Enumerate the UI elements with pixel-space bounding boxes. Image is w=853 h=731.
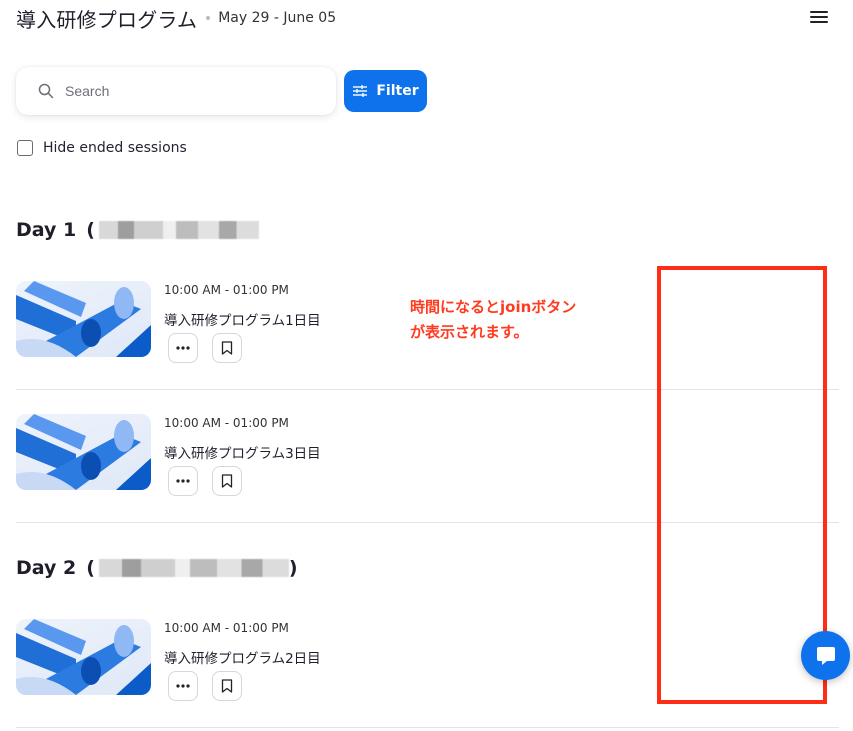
- page-header: 導入研修プログラム May 29 - June 05: [16, 4, 336, 32]
- day-heading: Day 2 ( ): [16, 557, 298, 579]
- hide-ended-label: Hide ended sessions: [43, 140, 187, 156]
- ellipsis-icon: [176, 684, 190, 688]
- sliders-icon: [353, 85, 368, 97]
- bookmark-icon: [221, 341, 233, 355]
- day-label: Day 1: [16, 219, 77, 241]
- session-name: 導入研修プログラム1日目: [164, 313, 321, 329]
- hamburger-menu-icon[interactable]: [810, 8, 828, 26]
- more-options-button[interactable]: [168, 466, 198, 496]
- bookmark-icon: [221, 474, 233, 488]
- bookmark-icon: [221, 679, 233, 693]
- paren-open: (: [86, 557, 95, 579]
- session-time: 10:00 AM - 01:00 PM: [164, 283, 289, 297]
- separator-dot: [206, 16, 211, 20]
- more-options-button[interactable]: [168, 671, 198, 701]
- annotation-line: が表示されます。: [410, 323, 529, 341]
- filter-button[interactable]: Filter: [344, 70, 427, 112]
- day-label: Day 2: [16, 557, 77, 579]
- session-thumbnail: [16, 281, 151, 357]
- search-input[interactable]: [63, 82, 307, 100]
- chat-button[interactable]: [801, 631, 850, 680]
- event-title: 導入研修プログラム: [16, 7, 198, 32]
- session-thumbnail: [16, 414, 151, 490]
- redacted-date: [98, 221, 259, 239]
- ellipsis-icon: [176, 479, 190, 483]
- chat-icon: [816, 646, 835, 665]
- session-name: 導入研修プログラム3日目: [164, 446, 321, 462]
- day-heading: Day 1 (: [16, 219, 259, 241]
- search-box[interactable]: [16, 67, 336, 115]
- paren-close: ): [288, 557, 298, 579]
- event-dates: May 29 - June 05: [218, 10, 337, 26]
- ellipsis-icon: [176, 346, 190, 350]
- bookmark-button[interactable]: [212, 671, 242, 701]
- bookmark-button[interactable]: [212, 333, 242, 363]
- redacted-date: [98, 559, 289, 577]
- annotation-text: 時間になるとjoinボタン が表示されます。: [410, 295, 576, 345]
- bookmark-button[interactable]: [212, 466, 242, 496]
- session-time: 10:00 AM - 01:00 PM: [164, 416, 289, 430]
- session-thumbnail: [16, 619, 151, 695]
- paren-open: (: [86, 219, 95, 241]
- session-time: 10:00 AM - 01:00 PM: [164, 621, 289, 635]
- more-options-button[interactable]: [168, 333, 198, 363]
- session-name: 導入研修プログラム2日目: [164, 651, 321, 667]
- annotation-line: 時間になるとjoinボタン: [410, 298, 577, 316]
- hide-ended-checkbox[interactable]: [17, 140, 33, 156]
- divider: [16, 727, 839, 728]
- search-icon: [38, 83, 54, 99]
- annotation-highlight-box: [657, 266, 827, 704]
- hide-ended-toggle[interactable]: Hide ended sessions: [17, 140, 187, 156]
- filter-label: Filter: [376, 83, 419, 99]
